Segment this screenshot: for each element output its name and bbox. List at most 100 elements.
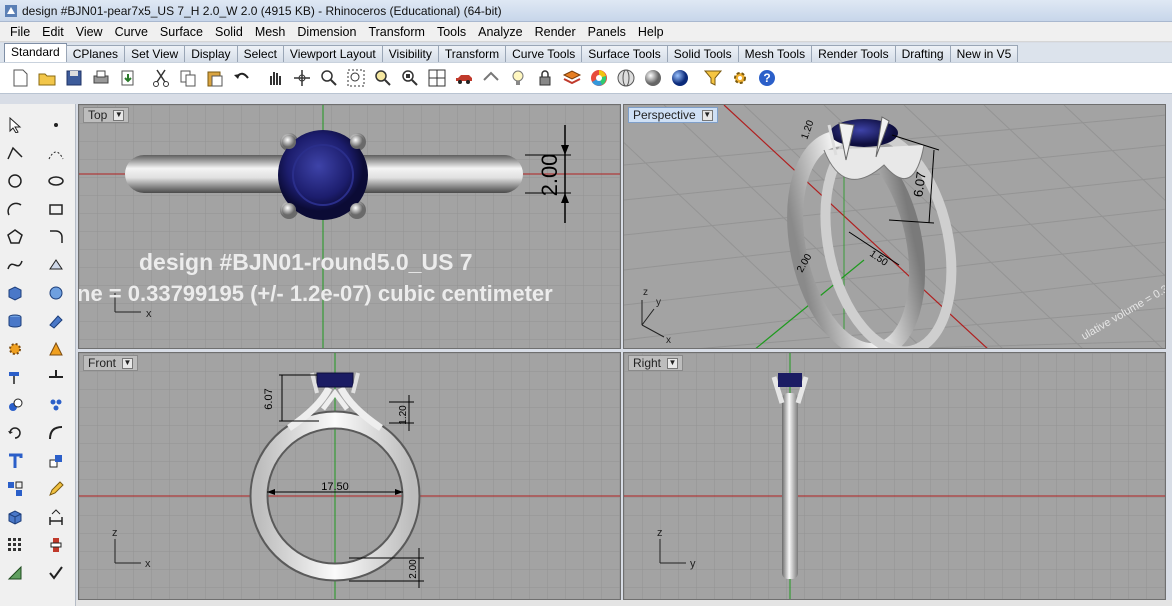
menu-view[interactable]: View xyxy=(70,22,109,42)
check-icon[interactable] xyxy=(45,562,67,584)
cut-icon[interactable] xyxy=(149,66,173,90)
mesh-patch-icon[interactable] xyxy=(4,562,26,584)
lock-icon[interactable] xyxy=(533,66,557,90)
gumball-icon[interactable] xyxy=(45,534,67,556)
gear-icon[interactable] xyxy=(4,338,26,360)
split-icon[interactable] xyxy=(45,366,67,388)
tab-standard[interactable]: Standard xyxy=(4,43,67,62)
four-viewports-icon[interactable] xyxy=(425,66,449,90)
zoom-window-icon[interactable] xyxy=(344,66,368,90)
dimension-icon[interactable] xyxy=(45,506,67,528)
menu-render[interactable]: Render xyxy=(529,22,582,42)
menu-curve[interactable]: Curve xyxy=(109,22,154,42)
circle-icon[interactable] xyxy=(4,170,26,192)
open-icon[interactable] xyxy=(35,66,59,90)
menu-analyze[interactable]: Analyze xyxy=(472,22,528,42)
points-cloud-icon[interactable] xyxy=(45,394,67,416)
layer-icon[interactable] xyxy=(560,66,584,90)
fillet-curve-icon[interactable] xyxy=(45,226,67,248)
menu-mesh[interactable]: Mesh xyxy=(249,22,292,42)
rotate-icon[interactable] xyxy=(4,422,26,444)
loft-icon[interactable] xyxy=(45,282,67,304)
free-curve-icon[interactable] xyxy=(4,254,26,276)
viewport-dropdown-right-icon[interactable]: ▼ xyxy=(667,357,679,369)
tab-set-view[interactable]: Set View xyxy=(124,45,186,62)
menu-edit[interactable]: Edit xyxy=(36,22,70,42)
viewport-label-top[interactable]: Top ▼ xyxy=(83,107,130,123)
tab-new-in-v5[interactable]: New in V5 xyxy=(949,45,1019,62)
menu-tools[interactable]: Tools xyxy=(431,22,472,42)
point-icon[interactable] xyxy=(45,114,67,136)
pan-icon[interactable] xyxy=(263,66,287,90)
viewport-tabs-strip[interactable] xyxy=(76,600,1172,606)
tab-solid-tools[interactable]: Solid Tools xyxy=(666,45,739,62)
tab-cplanes[interactable]: CPlanes xyxy=(65,45,126,62)
new-icon[interactable] xyxy=(8,66,32,90)
menu-panels[interactable]: Panels xyxy=(582,22,632,42)
viewport-right[interactable]: z y Right ▼ xyxy=(623,352,1166,600)
viewport-dropdown-front-icon[interactable]: ▼ xyxy=(122,357,134,369)
shaded-sphere-icon[interactable] xyxy=(641,66,665,90)
menu-transform[interactable]: Transform xyxy=(362,22,431,42)
copy-icon[interactable] xyxy=(176,66,200,90)
pencil-icon[interactable] xyxy=(45,478,67,500)
hammer-icon[interactable] xyxy=(4,366,26,388)
paste-icon[interactable] xyxy=(203,66,227,90)
menu-file[interactable]: File xyxy=(4,22,36,42)
solid-cube-icon[interactable] xyxy=(4,506,26,528)
group-icon[interactable] xyxy=(4,394,26,416)
box-icon[interactable] xyxy=(4,282,26,304)
surface-edge-icon[interactable] xyxy=(45,254,67,276)
tab-visibility[interactable]: Visibility xyxy=(381,45,439,62)
menu-help[interactable]: Help xyxy=(632,22,670,42)
tab-curve-tools[interactable]: Curve Tools xyxy=(505,45,583,62)
tab-select[interactable]: Select xyxy=(236,45,284,62)
color-wheel-icon[interactable] xyxy=(587,66,611,90)
menu-dimension[interactable]: Dimension xyxy=(291,22,362,42)
tab-surface-tools[interactable]: Surface Tools xyxy=(581,45,668,62)
viewport-front[interactable]: 6.07 1.20 17.50 2.00 z x Front ▼ xyxy=(78,352,621,600)
zoom-icon[interactable] xyxy=(317,66,341,90)
rotate-view-icon[interactable] xyxy=(290,66,314,90)
save-icon[interactable] xyxy=(62,66,86,90)
tab-mesh-tools[interactable]: Mesh Tools xyxy=(737,45,813,62)
bend-icon[interactable] xyxy=(45,422,67,444)
viewport-label-right[interactable]: Right ▼ xyxy=(628,355,684,371)
viewport-dropdown-perspective-icon[interactable]: ▼ xyxy=(701,109,713,121)
undo-icon[interactable] xyxy=(230,66,254,90)
help-icon[interactable]: ? xyxy=(755,66,779,90)
ellipse-icon[interactable] xyxy=(45,170,67,192)
text-icon[interactable] xyxy=(4,450,26,472)
array-icon[interactable] xyxy=(4,478,26,500)
options-icon[interactable] xyxy=(728,66,752,90)
select-arrow-icon[interactable] xyxy=(4,114,26,136)
select-filter-icon[interactable] xyxy=(701,66,725,90)
viewport-dropdown-top-icon[interactable]: ▼ xyxy=(113,109,125,121)
extrude-icon[interactable] xyxy=(45,310,67,332)
zoom-selected-icon[interactable] xyxy=(398,66,422,90)
grid-array-icon[interactable] xyxy=(4,534,26,556)
move-icon[interactable] xyxy=(45,450,67,472)
import-icon[interactable] xyxy=(116,66,140,90)
arc-icon[interactable] xyxy=(4,198,26,220)
car-icon[interactable] xyxy=(452,66,476,90)
boolean-icon[interactable] xyxy=(45,338,67,360)
menu-surface[interactable]: Surface xyxy=(154,22,209,42)
tab-display[interactable]: Display xyxy=(184,45,238,62)
polygon-icon[interactable] xyxy=(4,226,26,248)
cylinder-icon[interactable] xyxy=(4,310,26,332)
tab-transform[interactable]: Transform xyxy=(437,45,507,62)
print-icon[interactable] xyxy=(89,66,113,90)
rendered-sphere-icon[interactable] xyxy=(668,66,692,90)
menu-solid[interactable]: Solid xyxy=(209,22,249,42)
zoom-extents-icon[interactable] xyxy=(371,66,395,90)
tab-render-tools[interactable]: Render Tools xyxy=(811,45,896,62)
tab-drafting[interactable]: Drafting xyxy=(894,45,951,62)
viewport-perspective[interactable]: 6.07 1.50 2.00 1.20 ulative volume = 0.3… xyxy=(623,104,1166,349)
tab-viewport-layout[interactable]: Viewport Layout xyxy=(282,45,383,62)
named-view-icon[interactable] xyxy=(479,66,503,90)
wireframe-sphere-icon[interactable] xyxy=(614,66,638,90)
viewport-label-perspective[interactable]: Perspective ▼ xyxy=(628,107,718,123)
viewport-top[interactable]: 2.00 x Top ▼ design #BJN01-round5.0_US 7 … xyxy=(78,104,621,349)
viewport-label-front[interactable]: Front ▼ xyxy=(83,355,139,371)
